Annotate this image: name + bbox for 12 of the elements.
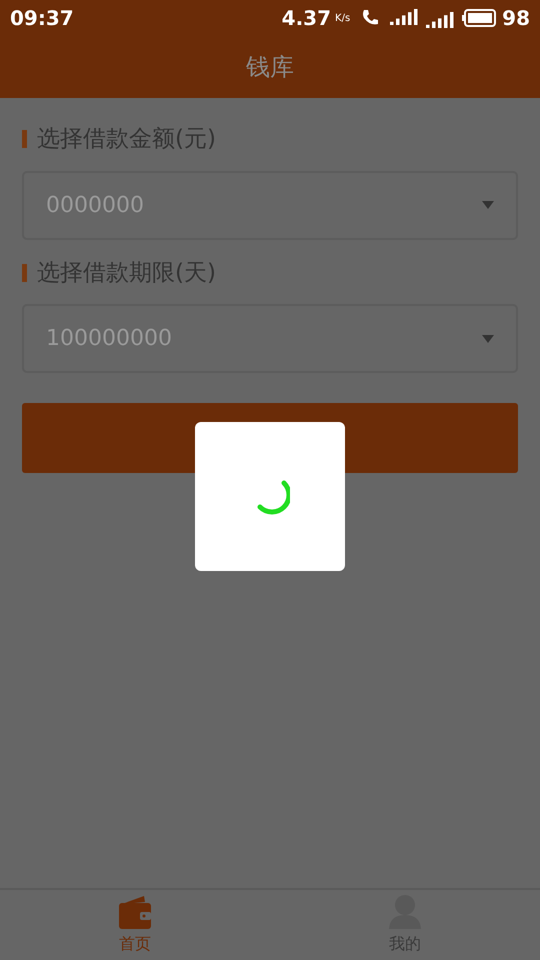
battery-level: 98 bbox=[502, 5, 530, 32]
header-title: 钱库 bbox=[246, 52, 294, 83]
battery-icon bbox=[462, 9, 496, 27]
nav-tab[interactable]: 首页 bbox=[0, 890, 270, 960]
label-marker bbox=[22, 264, 27, 282]
status-time: 09:37 bbox=[10, 5, 74, 32]
label-marker bbox=[22, 130, 27, 148]
speed-unit: K/s bbox=[335, 12, 350, 26]
signal-icon bbox=[390, 9, 418, 27]
dropdown-caret-icon bbox=[482, 334, 494, 342]
network-speed: 4.37 bbox=[282, 5, 332, 32]
dropdown-caret-icon bbox=[482, 201, 494, 209]
